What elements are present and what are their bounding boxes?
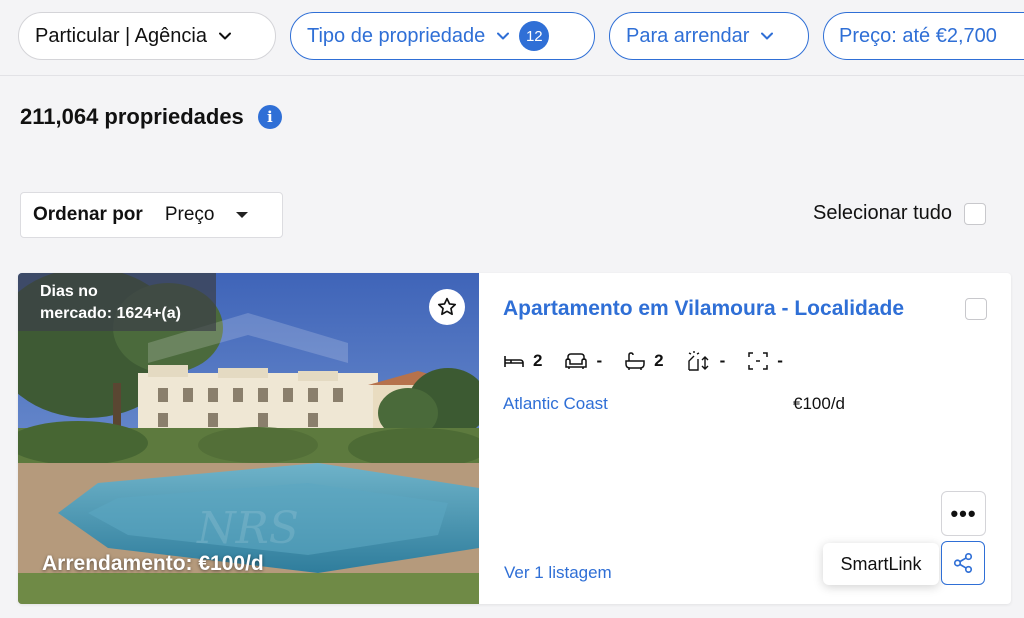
share-icon [953, 553, 973, 573]
sofa-icon [565, 353, 588, 369]
smartlink-tooltip: SmartLink [823, 543, 939, 585]
operation-filter[interactable]: Para arrendar [609, 12, 809, 60]
area-value: - [777, 351, 783, 370]
owner-type-filter[interactable]: Particular | Agência [18, 12, 276, 60]
bathrooms-count: 2 [654, 351, 664, 370]
rent-price: Arrendamento: €100/d [42, 552, 264, 575]
select-all-label: Selecionar tudo [813, 202, 952, 224]
sort-dropdown[interactable]: Ordenar por Preço [20, 192, 283, 238]
days-on-market-line2: mercado: 1624+(a) [40, 305, 181, 322]
price-filter[interactable]: Preço: até €2,700 [823, 12, 1024, 60]
bedrooms-count: 2 [533, 351, 543, 370]
floors-feature: - [686, 350, 726, 372]
select-all-checkbox[interactable] [964, 202, 986, 225]
info-icon[interactable]: i [257, 105, 282, 129]
living-rooms-feature: - [564, 351, 602, 371]
living-rooms-count: - [596, 351, 603, 370]
star-icon [437, 297, 457, 316]
property-type-filter-label: Tipo de propriedade [307, 24, 486, 47]
property-type-filter[interactable]: Tipo de propriedade 12 [290, 12, 595, 60]
results-count: 211,064 propriedades i [20, 104, 282, 130]
bathrooms-feature: 2 [624, 351, 664, 371]
floors-icon [687, 351, 709, 371]
sort-label: Ordenar por [33, 204, 143, 225]
caret-down-icon [236, 212, 249, 218]
favorite-button[interactable] [429, 289, 465, 325]
area-icon [748, 352, 769, 370]
property-type-count-badge: 12 [519, 21, 550, 51]
listing-features: 2 - 2 - - [503, 350, 805, 372]
sort-value: Preço [164, 204, 215, 225]
price-filter-label: Preço: até €2,700 [839, 24, 997, 47]
chevron-down-icon [761, 32, 774, 40]
days-on-market-badge: Dias no mercado: 1624+(a) [18, 273, 216, 331]
listing-price-per-day: €100/d [793, 394, 845, 413]
listing-photo[interactable]: NRS Dias no mercado: 1624+(a) Arrendamen… [18, 273, 479, 604]
smartlink-share-button[interactable] [941, 541, 985, 585]
bedrooms-feature: 2 [503, 351, 542, 371]
filter-bar: Particular | Agência Tipo de propriedade… [0, 0, 1024, 76]
listing-checkbox[interactable] [965, 298, 987, 320]
area-feature: - [747, 351, 783, 371]
chevron-down-icon [218, 32, 231, 40]
listing-title[interactable]: Apartamento em Vilamoura - Localidade [503, 297, 904, 321]
days-on-market-line1: Dias no [40, 283, 98, 300]
svg-text:NRS: NRS [196, 503, 299, 554]
more-options-button[interactable]: ••• [941, 491, 986, 536]
operation-filter-label: Para arrendar [626, 24, 750, 47]
listing-card[interactable]: NRS Dias no mercado: 1624+(a) Arrendamen… [18, 273, 1011, 604]
results-count-label: 211,064 propriedades [20, 104, 244, 129]
listing-location[interactable]: Atlantic Coast [503, 394, 608, 414]
owner-type-filter-label: Particular | Agência [35, 24, 207, 47]
select-all[interactable]: Selecionar tudo [813, 202, 986, 225]
chevron-down-icon [497, 32, 510, 40]
bathtub-icon [625, 352, 645, 370]
floors-count: - [719, 351, 726, 370]
view-listings-link[interactable]: Ver 1 listagem [504, 563, 612, 583]
bed-icon [504, 356, 524, 367]
